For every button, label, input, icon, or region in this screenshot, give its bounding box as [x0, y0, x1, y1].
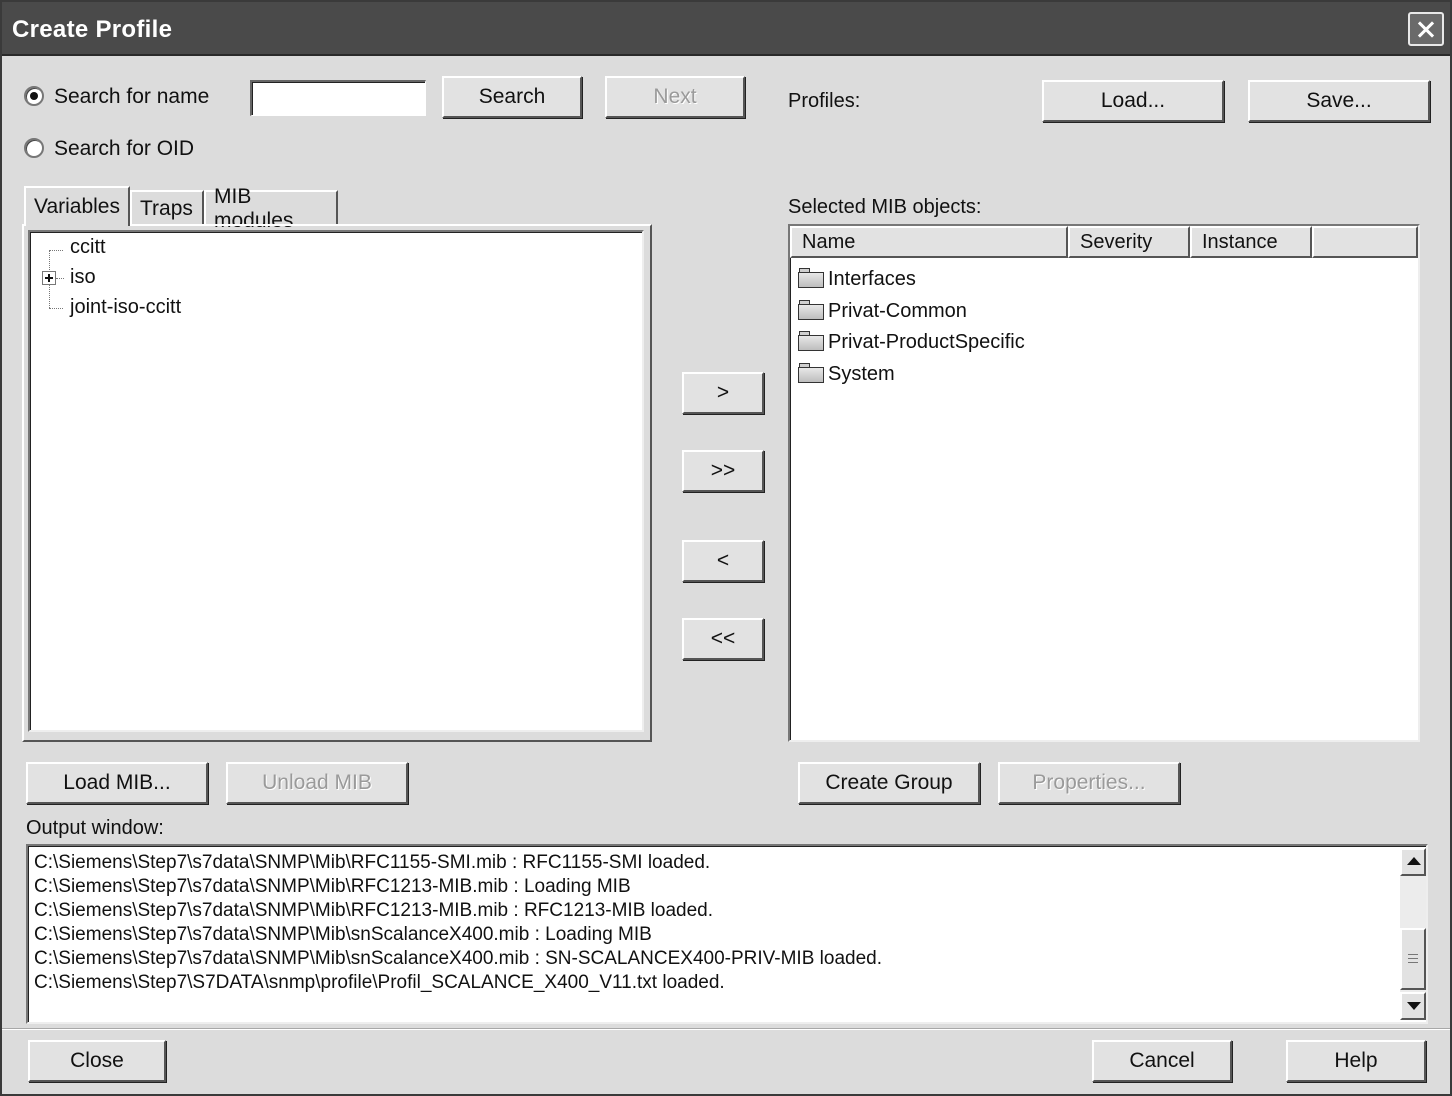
- tab-mib-modules[interactable]: MIB modules: [204, 185, 338, 232]
- search-button[interactable]: Search: [442, 76, 582, 118]
- remove-selected-button[interactable]: <: [682, 540, 764, 582]
- chevron-down-icon: [1407, 1002, 1421, 1010]
- mib-object-item[interactable]: Interfaces: [828, 268, 916, 291]
- add-all-button[interactable]: >>: [682, 450, 764, 492]
- cancel-button[interactable]: Cancel: [1092, 1040, 1232, 1082]
- help-button[interactable]: Help: [1286, 1040, 1426, 1082]
- output-line: C:\Siemens\Step7\s7data\SNMP\Mib\RFC1213…: [34, 876, 631, 897]
- column-header-severity[interactable]: Severity: [1068, 226, 1190, 258]
- folder-icon: [798, 363, 824, 383]
- column-header-empty: [1312, 226, 1418, 258]
- selected-mib-objects-label: Selected MIB objects:: [788, 196, 982, 218]
- close-icon[interactable]: [1408, 12, 1444, 46]
- profiles-label: Profiles:: [788, 90, 861, 112]
- expand-icon[interactable]: [42, 271, 56, 285]
- mib-object-item[interactable]: System: [828, 363, 895, 386]
- window-title: Create Profile: [12, 16, 173, 43]
- title-bar[interactable]: Create Profile: [2, 2, 1450, 56]
- output-line: C:\Siemens\Step7\s7data\SNMP\Mib\snScala…: [34, 948, 882, 969]
- tab-traps[interactable]: Traps: [130, 190, 204, 226]
- tree-item-joint-iso-ccitt[interactable]: joint-iso-ccitt: [70, 296, 181, 319]
- scroll-down-button[interactable]: [1400, 992, 1426, 1020]
- column-header-name[interactable]: Name: [790, 226, 1068, 258]
- search-for-oid-label: Search for OID: [54, 137, 195, 160]
- search-for-oid-radio[interactable]: [24, 138, 44, 158]
- load-mib-button[interactable]: Load MIB...: [26, 762, 208, 804]
- mib-object-item[interactable]: Privat-Common: [828, 300, 967, 323]
- properties-button[interactable]: Properties...: [998, 762, 1180, 804]
- folder-icon: [798, 300, 824, 320]
- unload-mib-button[interactable]: Unload MIB: [226, 762, 408, 804]
- folder-icon: [798, 331, 824, 351]
- search-for-name-label: Search for name: [54, 85, 210, 108]
- mib-object-item[interactable]: Privat-ProductSpecific: [828, 331, 1025, 354]
- tree-connector: [56, 278, 64, 279]
- output-line: C:\Siemens\Step7\s7data\SNMP\Mib\RFC1155…: [34, 852, 711, 873]
- scroll-up-button[interactable]: [1400, 848, 1426, 876]
- next-button[interactable]: Next: [605, 76, 745, 118]
- output-window[interactable]: C:\Siemens\Step7\s7data\SNMP\Mib\RFC1155…: [26, 844, 1428, 1024]
- tree-connector: [49, 250, 63, 251]
- save-profile-button[interactable]: Save...: [1248, 80, 1430, 122]
- add-selected-button[interactable]: >: [682, 372, 764, 414]
- create-profile-dialog: Create Profile Search for name Search fo…: [0, 0, 1452, 1096]
- tree-item-iso[interactable]: iso: [70, 266, 96, 289]
- output-line: C:\Siemens\Step7\S7DATA\snmp\profile\Pro…: [34, 972, 725, 993]
- output-line: C:\Siemens\Step7\s7data\SNMP\Mib\snScala…: [34, 924, 652, 945]
- output-line: C:\Siemens\Step7\s7data\SNMP\Mib\RFC1213…: [34, 900, 713, 921]
- create-group-button[interactable]: Create Group: [798, 762, 980, 804]
- output-scrollbar[interactable]: [1400, 848, 1426, 1020]
- scroll-thumb[interactable]: [1400, 928, 1426, 990]
- load-profile-button[interactable]: Load...: [1042, 80, 1224, 122]
- search-for-name-radio[interactable]: [24, 86, 44, 106]
- selected-mib-objects-list[interactable]: Name Severity Instance Interfaces Privat…: [788, 224, 1420, 742]
- column-header-instance[interactable]: Instance: [1190, 226, 1312, 258]
- tree-item-ccitt[interactable]: ccitt: [70, 236, 106, 259]
- remove-all-button[interactable]: <<: [682, 618, 764, 660]
- search-input[interactable]: [250, 80, 426, 116]
- tree-connector: [49, 308, 63, 309]
- close-button[interactable]: Close: [28, 1040, 166, 1082]
- chevron-up-icon: [1407, 857, 1421, 865]
- tab-variables[interactable]: Variables: [24, 186, 130, 226]
- folder-icon: [798, 268, 824, 288]
- footer-divider: [2, 1028, 1450, 1030]
- output-window-label: Output window:: [26, 817, 164, 839]
- mib-tree[interactable]: ccitt iso joint-iso-ccitt: [28, 230, 644, 732]
